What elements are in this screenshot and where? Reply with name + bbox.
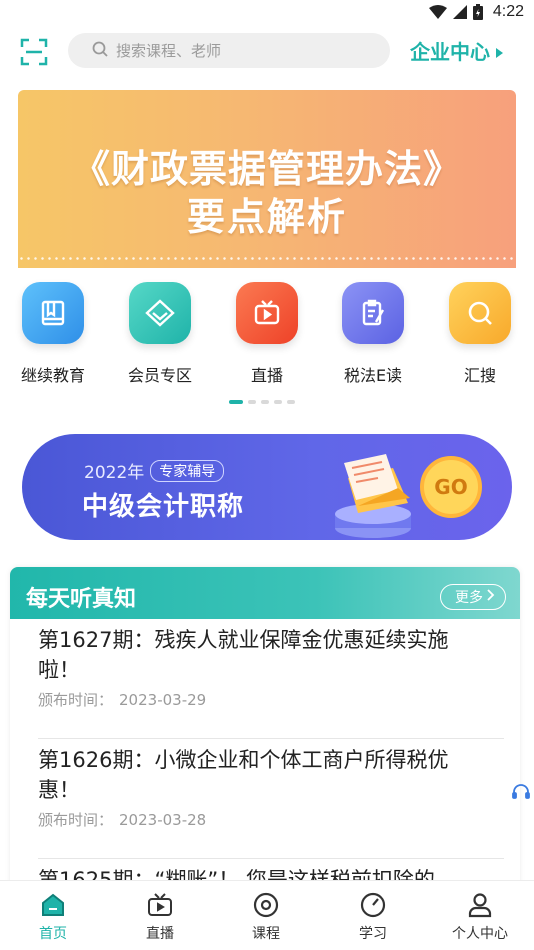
- news-item-date: 颁布时间： 2023-03-29: [38, 689, 206, 710]
- book-icon: [22, 282, 84, 344]
- date-label: 颁布时间：: [38, 691, 114, 709]
- scan-icon[interactable]: [20, 38, 48, 66]
- status-time: 4:22: [492, 3, 524, 20]
- search-icon: [449, 282, 511, 344]
- promo-go-label: GO: [434, 475, 468, 499]
- status-bar: 4:22: [0, 0, 534, 28]
- search-bar[interactable]: 搜索课程、老师: [68, 33, 390, 68]
- study-icon: [338, 891, 408, 919]
- banner-title: 《财政票据管理办法》: [71, 147, 462, 191]
- news-item-title: 第1626期：小微企业和个体工商户所得税优惠！: [38, 748, 449, 802]
- caret-right-icon: [496, 39, 503, 63]
- live-tv-icon: [236, 282, 298, 344]
- app-screen: 4:22 搜索课程、老师 企业中心 《财政票据管理办法》 要点解析 继续教育 会…: [0, 0, 534, 950]
- chevron-right-icon: [487, 589, 495, 605]
- bottom-nav: 首页 直播 课程 学习 个人中心: [0, 880, 534, 950]
- tab-profile[interactable]: 个人中心: [445, 891, 515, 943]
- quick-nav-item-continuing-education[interactable]: 继续教育: [8, 282, 98, 386]
- tab-home[interactable]: 首页: [18, 891, 88, 943]
- news-item-title: 第1627期：残疾人就业保障金优惠延续实施啦！: [38, 628, 449, 682]
- quick-nav-pager: [229, 400, 295, 404]
- news-item[interactable]: 第1626期：小微企业和个体工商户所得税优惠！ 颁布时间： 2023-03-28: [38, 739, 504, 859]
- diamond-icon: [129, 282, 191, 344]
- course-icon: [231, 891, 301, 919]
- promo-go-button[interactable]: GO: [420, 456, 482, 518]
- quick-nav: 继续教育 会员专区 直播 税法E读 汇搜: [0, 282, 534, 392]
- banner-subtitle: 要点解析: [186, 195, 347, 239]
- quick-nav-item-search[interactable]: 汇搜: [435, 282, 525, 386]
- promo-tag: 专家辅导: [150, 459, 225, 482]
- news-title: 每天听真知: [26, 587, 137, 612]
- person-icon: [445, 891, 515, 919]
- promo-year: 2022年: [84, 463, 145, 483]
- tab-label: 课程: [252, 926, 280, 942]
- news-item-date: 颁布时间： 2023-03-28: [38, 809, 206, 830]
- tab-label: 个人中心: [452, 926, 508, 942]
- news-header: 每天听真知 更多: [10, 567, 520, 619]
- quick-nav-item-tax-law-reading[interactable]: 税法E读: [328, 282, 418, 386]
- tab-courses[interactable]: 课程: [231, 891, 301, 943]
- quick-nav-label: 继续教育: [20, 366, 85, 385]
- hero-banner[interactable]: 《财政票据管理办法》 要点解析: [18, 90, 516, 268]
- banner-dotted-divider: [18, 257, 516, 260]
- headphones-icon[interactable]: [512, 783, 530, 803]
- tab-label: 首页: [39, 926, 67, 942]
- documents-illustration: [335, 454, 411, 538]
- tab-label: 直播: [146, 926, 174, 942]
- live-icon: [125, 891, 195, 919]
- quick-nav-label: 直播: [250, 366, 283, 385]
- news-more-button[interactable]: 更多: [440, 584, 506, 610]
- news-list: 第1627期：残疾人就业保障金优惠延续实施啦！ 颁布时间： 2023-03-29 …: [10, 619, 520, 887]
- pager-dot: [248, 400, 256, 404]
- date-value: 2023-03-28: [119, 811, 207, 829]
- promo-year-row: 2022年 专家辅导: [84, 458, 225, 483]
- signal-icon: [452, 5, 467, 19]
- tab-live[interactable]: 直播: [125, 891, 195, 943]
- promo-banner[interactable]: 2022年 专家辅导 中级会计职称 GO: [22, 434, 512, 540]
- status-icons: 4:22: [428, 3, 524, 21]
- clipboard-pen-icon: [342, 282, 404, 344]
- top-header: 搜索课程、老师 企业中心: [0, 30, 534, 72]
- enterprise-center-link[interactable]: 企业中心: [410, 36, 503, 65]
- news-item[interactable]: 第1627期：残疾人就业保障金优惠延续实施啦！ 颁布时间： 2023-03-29: [38, 619, 504, 739]
- quick-nav-label: 会员专区: [127, 366, 192, 385]
- promo-title: 中级会计职称: [82, 492, 245, 522]
- pager-dot-active: [229, 400, 243, 404]
- wifi-icon: [428, 5, 447, 19]
- daily-news-card: 每天听真知 更多 第1627期：残疾人就业保障金优惠延续实施啦！ 颁布时间： 20…: [10, 567, 520, 887]
- search-placeholder: 搜索课程、老师: [116, 42, 222, 60]
- date-label: 颁布时间：: [38, 811, 114, 829]
- pager-dot: [287, 400, 295, 404]
- tab-label: 学习: [359, 926, 387, 942]
- quick-nav-label: 税法E读: [343, 366, 403, 385]
- date-value: 2023-03-29: [119, 691, 207, 709]
- news-more-label: 更多: [455, 590, 483, 606]
- quick-nav-label: 汇搜: [463, 366, 496, 385]
- enterprise-center-label: 企业中心: [410, 40, 490, 64]
- battery-icon: [472, 4, 483, 20]
- tab-study[interactable]: 学习: [338, 891, 408, 943]
- search-icon: [92, 41, 116, 61]
- pager-dot: [274, 400, 282, 404]
- home-icon: [18, 891, 88, 919]
- quick-nav-item-live[interactable]: 直播: [222, 282, 312, 386]
- quick-nav-item-member-zone[interactable]: 会员专区: [115, 282, 205, 386]
- pager-dot: [261, 400, 269, 404]
